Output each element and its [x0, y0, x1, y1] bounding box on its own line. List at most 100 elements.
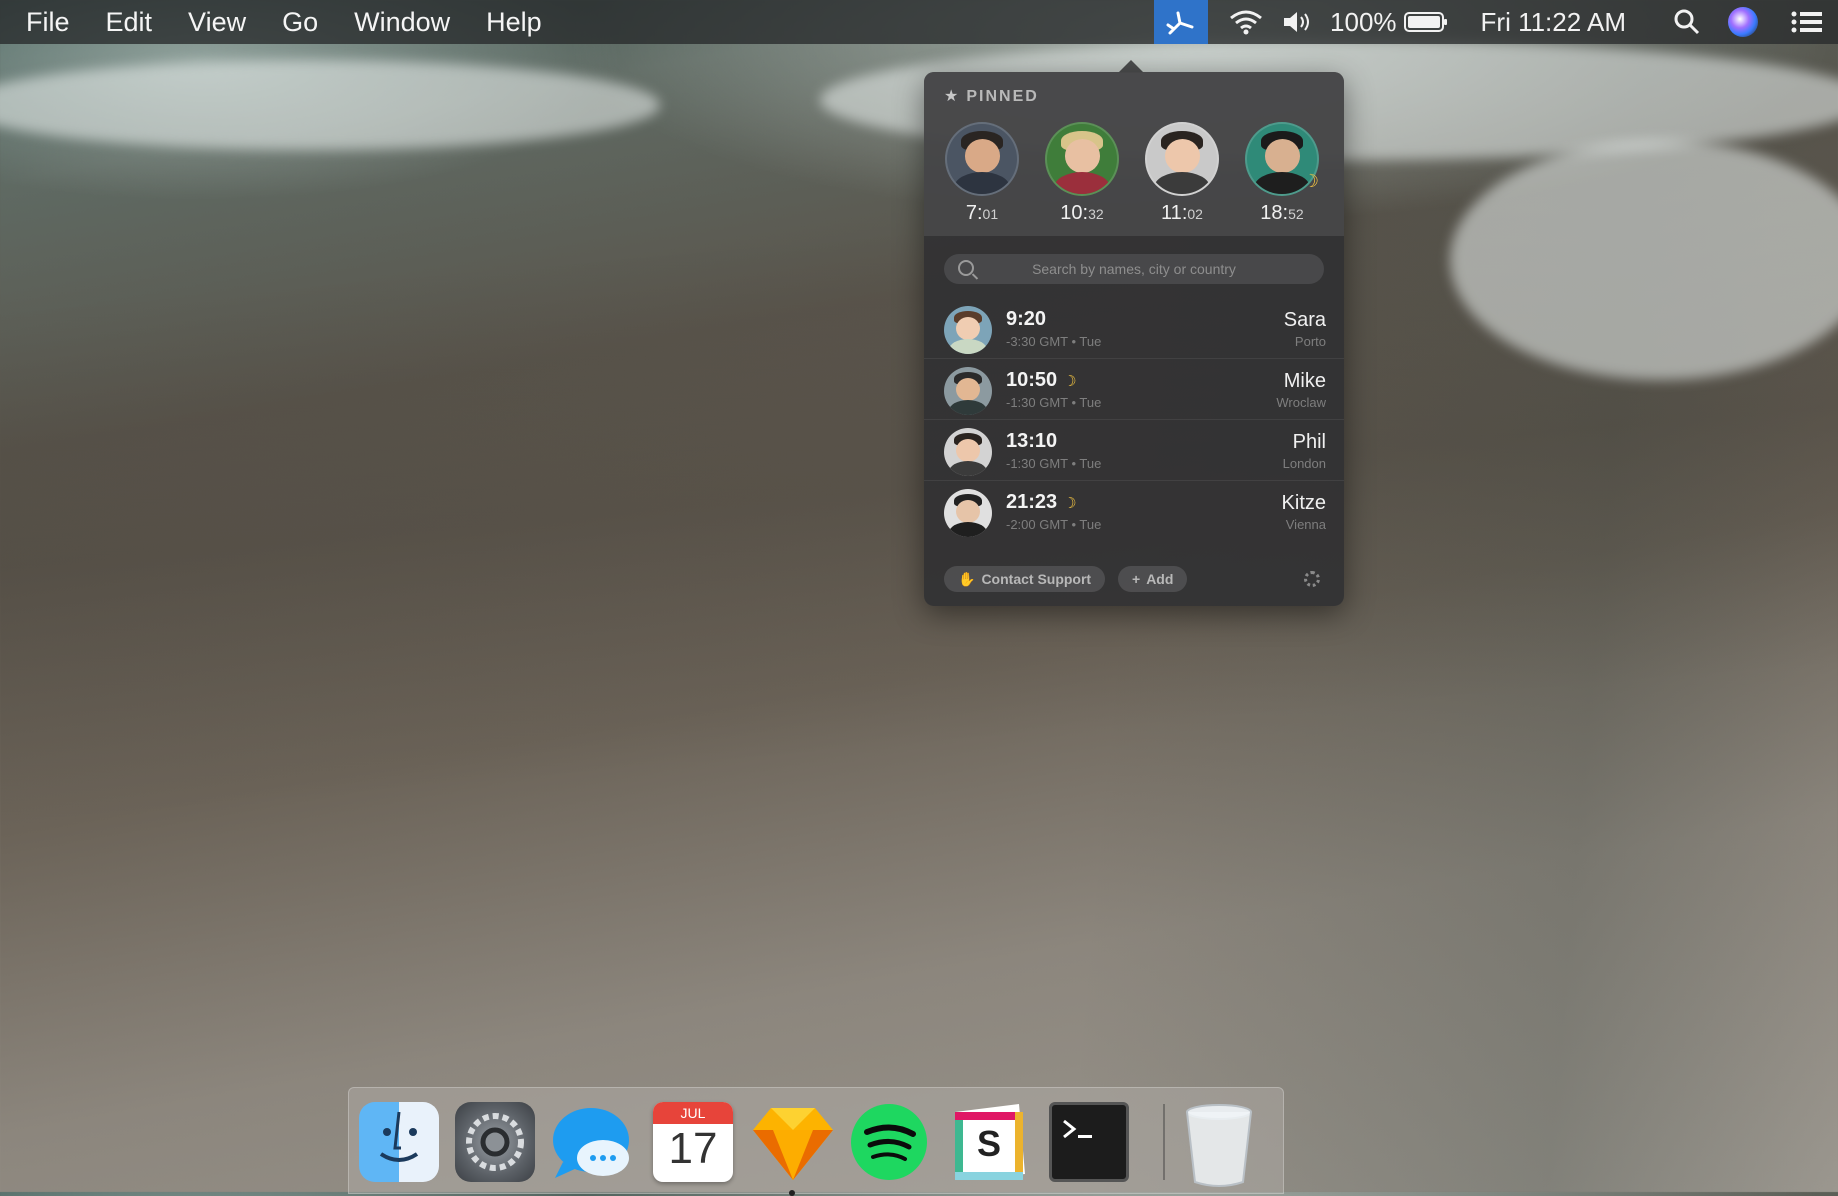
plus-icon: + — [1132, 571, 1141, 587]
search-input[interactable]: Search by names, city or country — [944, 254, 1324, 284]
person-local-time: 9:20 — [1006, 308, 1047, 330]
person-name: Mike — [1283, 370, 1326, 392]
contact-support-label: Contact Support — [981, 571, 1092, 587]
hand-icon: ✋ — [958, 570, 976, 587]
slack-logo-icon: S — [955, 1104, 1025, 1180]
person-offset: -1:30 GMT • Tue — [1006, 395, 1102, 410]
avatar — [945, 122, 1019, 196]
moon-icon: ☽ — [1063, 373, 1077, 390]
menu-window[interactable]: Window — [354, 7, 450, 38]
calendar-month: JUL — [653, 1102, 733, 1124]
pinned-person-4[interactable]: ☽ 18:52 — [1242, 122, 1322, 225]
calendar-day: 17 — [668, 1124, 718, 1173]
gear-icon — [466, 1113, 524, 1171]
pinned-time: 10:32 — [1060, 202, 1104, 224]
running-indicator — [789, 1190, 795, 1196]
person-city: Porto — [1294, 334, 1326, 349]
contact-support-button[interactable]: ✋ Contact Support — [944, 566, 1106, 592]
person-name: Sara — [1283, 309, 1326, 331]
person-offset: -2:00 GMT • Tue — [1006, 517, 1102, 532]
pinned-time: 18:52 — [1260, 202, 1304, 224]
svg-text:S: S — [977, 1123, 1001, 1164]
list-icon — [1791, 11, 1822, 33]
battery-icon[interactable] — [1397, 0, 1455, 44]
spotify-logo-icon — [851, 1104, 927, 1180]
add-person-button[interactable]: + Add — [1118, 566, 1188, 592]
avatar — [944, 306, 992, 354]
speech-bubble-icon — [553, 1108, 629, 1178]
timezone-popover: ★ PINNED 7:01 10:32 11:02 ☽ 18:52 Search… — [924, 72, 1344, 606]
menubar-clock[interactable]: Fri 11:22 AM — [1481, 7, 1626, 38]
person-name: Phil — [1292, 431, 1326, 453]
person-offset: -1:30 GMT • Tue — [1006, 456, 1102, 471]
volume-icon-glyph — [1284, 12, 1310, 32]
list-item[interactable]: 13:10 -1:30 GMT • Tue Phil London — [924, 420, 1344, 481]
spotify-icon[interactable] — [849, 1102, 929, 1182]
terminal-icon[interactable] — [1049, 1102, 1129, 1182]
pinned-person-3[interactable]: 11:02 — [1142, 122, 1222, 225]
person-local-time: 13:10 — [1006, 430, 1058, 452]
avatar: ☽ — [1245, 122, 1319, 196]
search-icon — [1674, 9, 1700, 35]
list-item[interactable]: 10:50 ☽ -1:30 GMT • Tue Mike Wroclaw — [924, 359, 1344, 420]
person-name: Kitze — [1281, 492, 1326, 514]
menu-edit[interactable]: Edit — [106, 7, 153, 38]
messages-icon[interactable] — [551, 1102, 631, 1182]
battery-icon-glyph — [1403, 12, 1447, 32]
gear-icon[interactable] — [1304, 571, 1320, 587]
people-list: 9:20 -3:30 GMT • Tue Sara Porto 10:50 ☽ -… — [924, 298, 1344, 541]
pinned-header-label: PINNED — [966, 88, 1039, 105]
notification-center-icon[interactable] — [1776, 0, 1838, 44]
person-city: Vienna — [1285, 517, 1326, 532]
trash-icon[interactable] — [1179, 1102, 1259, 1187]
slack-icon[interactable]: S — [949, 1102, 1029, 1182]
search-placeholder: Search by names, city or country — [1032, 261, 1236, 277]
trash-can-icon — [1186, 1104, 1252, 1187]
siri-icon[interactable] — [1710, 0, 1776, 44]
popover-footer: ✋ Contact Support + Add — [924, 556, 1344, 606]
pinned-time: 11:02 — [1161, 202, 1203, 224]
pinned-section: ★ PINNED 7:01 10:32 11:02 ☽ 18:52 — [924, 72, 1344, 236]
list-item[interactable]: 21:23 ☽ -2:00 GMT • Tue Kitze Vienna — [924, 481, 1344, 541]
sketch-icon[interactable] — [751, 1102, 833, 1196]
avatar — [1145, 122, 1219, 196]
menu-bar: File Edit View Go Window Help 100% Fri 1… — [0, 0, 1838, 44]
wifi-icon-glyph — [1230, 10, 1262, 35]
list-item[interactable]: 9:20 -3:30 GMT • Tue Sara Porto — [924, 298, 1344, 359]
system-preferences-icon[interactable] — [455, 1102, 535, 1182]
timezone-app-icon[interactable] — [1154, 0, 1209, 44]
volume-icon[interactable] — [1272, 0, 1324, 44]
menu-help[interactable]: Help — [486, 7, 542, 38]
finder-icon[interactable] — [359, 1102, 439, 1182]
avatar — [944, 428, 992, 476]
person-local-time: 21:23 ☽ — [1006, 491, 1077, 513]
person-offset: -3:30 GMT • Tue — [1006, 334, 1102, 349]
finder-face-glyph — [379, 1111, 419, 1162]
siri-orb — [1728, 7, 1758, 37]
person-city: London — [1282, 456, 1326, 471]
diamond-icon — [753, 1108, 833, 1180]
wifi-icon[interactable] — [1220, 0, 1272, 44]
pin-icon: ★ — [944, 88, 961, 105]
moon-icon: ☽ — [1302, 171, 1319, 191]
dock-separator — [1163, 1104, 1165, 1180]
avatar — [944, 489, 992, 537]
terminal-prompt-icon — [1063, 1119, 1092, 1139]
spotlight-search-icon[interactable] — [1664, 0, 1710, 44]
add-label: Add — [1146, 571, 1174, 587]
dock: JUL 17 S — [348, 1087, 1284, 1196]
calendar-icon[interactable]: JUL 17 — [653, 1102, 733, 1182]
pinned-header: ★ PINNED — [944, 86, 1039, 106]
pinned-person-1[interactable]: 7:01 — [942, 122, 1022, 225]
timezone-app-icon-glyph — [1166, 11, 1194, 35]
menu-go[interactable]: Go — [282, 7, 318, 38]
moon-icon: ☽ — [1063, 495, 1077, 512]
avatar — [944, 367, 992, 415]
battery-percentage: 100% — [1330, 6, 1397, 37]
pinned-time: 7:01 — [965, 202, 999, 224]
menu-view[interactable]: View — [188, 7, 246, 38]
pinned-person-2[interactable]: 10:32 — [1042, 122, 1122, 225]
person-local-time: 10:50 ☽ — [1006, 369, 1077, 391]
menu-file[interactable]: File — [26, 7, 70, 38]
person-city: Wroclaw — [1276, 395, 1326, 410]
